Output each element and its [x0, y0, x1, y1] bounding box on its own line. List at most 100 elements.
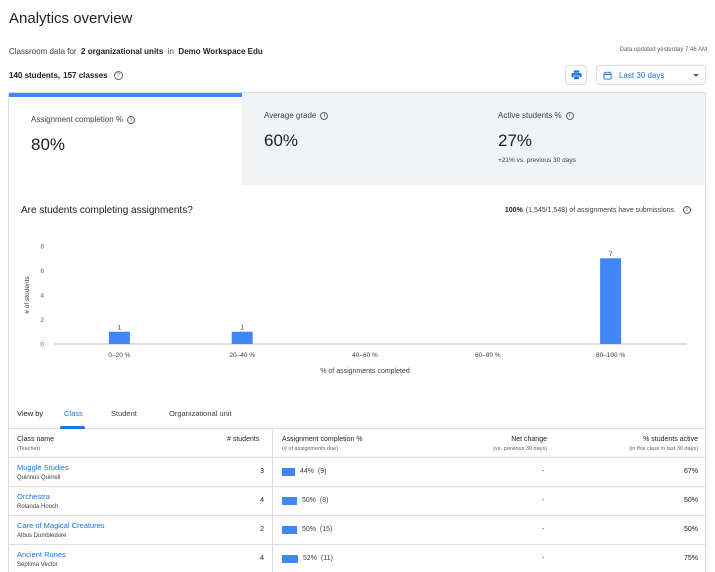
net-change-value: - [542, 468, 545, 475]
scope-line: Classroom data for 2 organizational unit… [9, 47, 263, 56]
y-tick-label: 8 [40, 244, 44, 251]
teacher-name: Septima Vector [17, 562, 58, 568]
class-name-link[interactable]: Muggle Studies [17, 463, 69, 472]
students-count: 140 students, [9, 71, 61, 80]
header-class-name[interactable]: Class name [17, 436, 54, 443]
completion-text: 44% (9) [300, 468, 327, 475]
data-updated-text: Data updated yesterday 7:46 AM [619, 47, 707, 53]
active-percent: 50% [683, 526, 698, 533]
metric-value: 60% [264, 131, 299, 150]
y-axis-label: # of students [24, 276, 31, 314]
header-students[interactable]: # students [227, 436, 259, 443]
x-axis-label: % of assignments completed [320, 368, 410, 375]
date-range-label: Last 30 days [619, 70, 665, 80]
bar [600, 258, 622, 344]
metric-average-grade[interactable]: Average grade i 60% [242, 93, 475, 185]
metric-label: Assignment completion % [31, 115, 124, 124]
help-icon[interactable]: ? [113, 71, 123, 80]
selected-tab-indicator [60, 426, 85, 429]
tab-organizational-unit[interactable]: Organizational unit [169, 409, 232, 418]
completion-bar [282, 526, 297, 534]
x-tick-label: 80–100 % [596, 352, 625, 359]
teacher-name: Albus Dumbledore [17, 533, 67, 539]
view-by-bar: View by Class Student Organizational uni… [9, 399, 705, 429]
metric-value: 80% [31, 135, 66, 154]
calendar-icon [603, 70, 612, 80]
view-by-label: View by [17, 409, 44, 418]
date-range-dropdown[interactable]: Last 30 days [596, 65, 706, 85]
y-tick-label: 2 [40, 317, 44, 324]
org-units-count: 2 organizational units [81, 47, 164, 56]
student-count: 4 [260, 497, 264, 504]
chevron-down-icon [693, 73, 699, 77]
completion-bar [282, 555, 298, 563]
bar [108, 331, 130, 344]
y-tick-label: 4 [40, 293, 44, 300]
metric-assignment-completion[interactable]: Assignment completion % i 80% [9, 93, 242, 185]
classes-count: 157 classes [63, 71, 108, 80]
analytics-card: Assignment completion % i 80% Average gr… [8, 92, 706, 572]
header-net-change[interactable]: Net change [511, 436, 547, 443]
chart-title: Are students completing assignments? [21, 205, 193, 216]
submissions-summary: 100% (1,545/1,548) of assignments have s… [505, 206, 691, 214]
x-tick-label: 40–60 % [352, 352, 378, 359]
y-tick-label: 6 [40, 268, 44, 275]
x-tick-label: 0–20 % [108, 352, 130, 359]
class-table: Class name (Teacher) # students Assignme… [9, 430, 705, 572]
header-net-change-sub: (vs. previous 30 days) [493, 446, 547, 452]
metric-change: +21% vs. previous 30 days [498, 157, 576, 164]
class-name-link[interactable]: Ancient Runes [17, 550, 66, 559]
print-button[interactable] [565, 65, 587, 85]
active-percent: 67% [683, 468, 698, 475]
net-change-value: - [542, 497, 545, 504]
header-completion-sub: (# of assignments due) [282, 446, 338, 452]
y-tick-label: 0 [40, 342, 44, 349]
info-icon[interactable]: i [127, 115, 136, 124]
class-name-link[interactable]: Care of Magical Creatures [17, 521, 105, 530]
header-teacher: (Teacher) [17, 446, 41, 452]
header-active-sub: (in this class in last 30 days) [629, 446, 698, 452]
domain-name: Demo Workspace Edu [178, 47, 263, 56]
info-icon[interactable]: i [683, 206, 691, 214]
active-percent: 50% [683, 497, 698, 504]
table-row[interactable]: Ancient Runes Septima Vector 4 52% (11) - 75% [9, 545, 705, 572]
x-tick-label: 20–40 % [229, 352, 255, 359]
page-title: Analytics overview [9, 10, 133, 27]
completion-text: 52% (11) [303, 555, 333, 562]
active-percent: 75% [683, 555, 698, 562]
completion-bar [282, 497, 297, 505]
completion-bar [282, 468, 295, 476]
student-count: 2 [260, 526, 264, 533]
teacher-name: Quirinus Quirrell [17, 475, 61, 481]
tab-class[interactable]: Class [64, 409, 83, 418]
bar [231, 331, 253, 344]
completion-bar-chart: 0 2 4 6 8 # of students 1 0–20 % 1 20–40 % 40–60 %… [24, 244, 687, 375]
info-icon[interactable]: i [320, 111, 329, 120]
teacher-name: Rolanda Hooch [17, 504, 59, 510]
table-row[interactable]: Care of Magical Creatures Albus Dumbledor… [9, 516, 705, 545]
bar-data-label: 1 [240, 324, 244, 331]
net-change-value: - [542, 526, 545, 533]
metric-label: Active students % [498, 111, 562, 120]
counts-line: 140 students, 157 classes ? [9, 71, 123, 80]
net-change-value: - [542, 555, 545, 562]
class-name-link[interactable]: Orchestra [17, 492, 50, 501]
table-body: Muggle Studies Quirinus Quirrell 3 44% (9) -… [9, 458, 705, 572]
metric-value: 27% [498, 131, 533, 150]
table-header: Class name (Teacher) # students Assignme… [9, 430, 705, 458]
bar-data-label: 1 [118, 324, 122, 331]
table-row[interactable]: Orchestra Rolanda Hooch 4 50% (8) - 50% [9, 487, 705, 516]
header-active[interactable]: % students active [643, 436, 698, 443]
completion-text: 50% (8) [302, 497, 329, 504]
header-completion[interactable]: Assignment completion % [282, 436, 363, 443]
bar-data-label: 7 [609, 251, 613, 258]
print-icon [571, 70, 581, 80]
completion-text: 50% (15) [302, 526, 333, 533]
metric-active-students[interactable]: Active students % i 27% +21% vs. previou… [475, 93, 705, 185]
table-row[interactable]: Muggle Studies Quirinus Quirrell 3 44% (9) -… [9, 458, 705, 487]
info-icon[interactable]: i [565, 111, 574, 120]
student-count: 3 [260, 468, 264, 475]
metrics-row: Assignment completion % i 80% Average gr… [9, 93, 705, 185]
tab-student[interactable]: Student [111, 409, 137, 418]
metric-label: Average grade [264, 111, 317, 120]
